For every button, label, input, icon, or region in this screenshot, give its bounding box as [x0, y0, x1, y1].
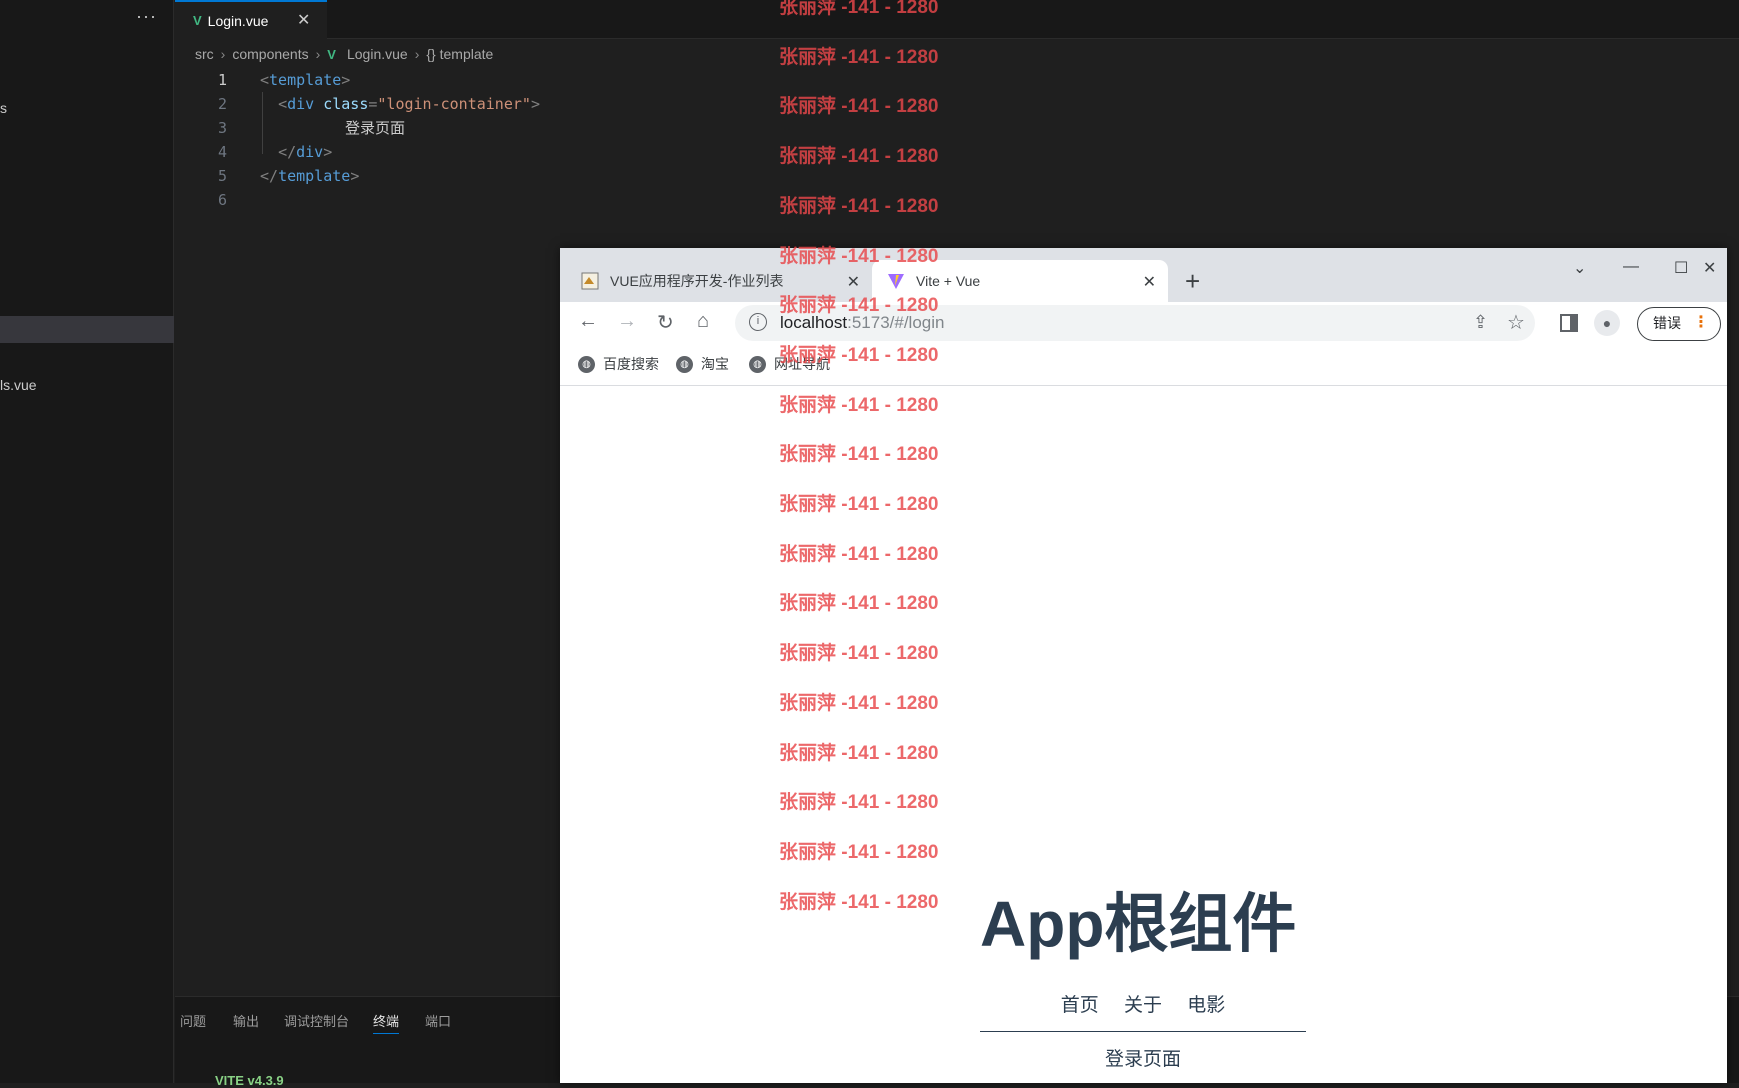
- editor-tab-label: Login.vue: [207, 12, 269, 29]
- home-icon[interactable]: ⌂: [697, 310, 709, 333]
- line-number: 1: [217, 71, 227, 89]
- bookmark-nav[interactable]: ◍ 网址导航: [749, 354, 830, 374]
- terminal-line: VITE v4.3.9: [215, 1073, 284, 1088]
- nav-link-about[interactable]: 关于: [1124, 995, 1162, 1016]
- line-number: 3: [217, 119, 227, 137]
- panel-tab-problems[interactable]: 问题: [180, 1011, 206, 1030]
- kebab-menu-icon[interactable]: ⋮: [1693, 307, 1709, 338]
- globe-icon: ◍: [676, 355, 693, 373]
- panel-tab-output[interactable]: 输出: [233, 1011, 259, 1030]
- url-text[interactable]: localhost:5173/#/login: [780, 313, 944, 333]
- address-bar[interactable]: i localhost:5173/#/login ⇪ ☆: [735, 305, 1535, 341]
- browser-tab-strip: VUE应用程序开发-作业列表 ✕ Vite + Vue ✕ + ⌄ — ☐ ✕: [560, 248, 1727, 302]
- back-icon[interactable]: ←: [578, 310, 598, 333]
- bookmarks-bar: ◍ 百度搜索 ◍ 淘宝 ◍ 网址导航: [560, 346, 1727, 386]
- close-tab-icon[interactable]: ✕: [847, 272, 860, 292]
- code-text: <div class="login-container">: [278, 95, 540, 113]
- nav-link-movies[interactable]: 电影: [1187, 995, 1225, 1016]
- editor-tab-bar: V Login.vue ✕: [175, 0, 1739, 39]
- nav-link-home[interactable]: 首页: [1061, 995, 1099, 1016]
- breadcrumb-item[interactable]: Login.vue: [347, 46, 408, 62]
- code-text: </div>: [278, 143, 333, 161]
- breadcrumb-item[interactable]: {} template: [426, 46, 493, 62]
- info-icon[interactable]: i: [749, 313, 767, 331]
- line-number: 4: [217, 143, 227, 161]
- line-number: 2: [217, 95, 227, 113]
- browser-tab-title: VUE应用程序开发-作业列表: [610, 273, 784, 289]
- side-panel-icon[interactable]: [1560, 314, 1578, 332]
- chevron-right-icon: ›: [315, 46, 321, 62]
- globe-icon: ◍: [578, 355, 595, 373]
- vue-icon: V: [193, 13, 202, 28]
- chevron-right-icon: ›: [220, 46, 226, 62]
- browser-toolbar: ← → ↻ ⌂ i localhost:5173/#/login ⇪ ☆ ● 错…: [560, 302, 1727, 346]
- error-button[interactable]: 错误 ⋮: [1637, 307, 1721, 341]
- line-number: 6: [217, 191, 227, 209]
- browser-tab-homework[interactable]: VUE应用程序开发-作业列表 ✕: [580, 260, 872, 302]
- breadcrumb-item[interactable]: components: [232, 46, 308, 62]
- panel-tab-ports[interactable]: 端口: [425, 1011, 451, 1030]
- close-tab-icon[interactable]: ✕: [297, 10, 310, 30]
- close-window-icon[interactable]: ✕: [1703, 258, 1716, 278]
- vue-icon: V: [327, 46, 336, 62]
- more-actions-icon[interactable]: ···: [136, 6, 157, 27]
- star-icon[interactable]: ☆: [1507, 310, 1525, 335]
- browser-tab-vite-vue[interactable]: Vite + Vue ✕: [872, 260, 1168, 302]
- code-text: 登录页面: [345, 119, 406, 137]
- globe-icon: ◍: [749, 355, 766, 373]
- browser-tab-title: Vite + Vue: [916, 273, 981, 289]
- chevron-right-icon: ›: [414, 46, 420, 62]
- minimize-icon[interactable]: —: [1623, 258, 1639, 276]
- browser-window: VUE应用程序开发-作业列表 ✕ Vite + Vue ✕ + ⌄ — ☐ ✕ …: [560, 248, 1727, 1083]
- code-text: <template>: [260, 71, 351, 89]
- bookmark-baidu[interactable]: ◍ 百度搜索: [578, 354, 659, 374]
- sidebar-selected-row[interactable]: [0, 316, 174, 343]
- app-nav: 首页 关于 电影: [980, 990, 1306, 1017]
- sidebar-file-item[interactable]: ls.vue: [0, 377, 37, 393]
- editor-tab-login-vue[interactable]: V Login.vue ✕: [175, 0, 327, 39]
- share-icon[interactable]: ⇪: [1473, 312, 1488, 333]
- vite-icon: [886, 271, 906, 291]
- login-page-text: 登录页面: [1104, 1049, 1181, 1070]
- line-number: 5: [217, 167, 227, 185]
- profile-icon[interactable]: ●: [1594, 310, 1620, 336]
- bookmark-taobao[interactable]: ◍ 淘宝: [676, 354, 729, 374]
- explorer-sidebar: ··· s ls.vue: [0, 0, 174, 1083]
- forward-icon[interactable]: →: [617, 310, 637, 333]
- panel-tab-debug-console[interactable]: 调试控制台: [284, 1011, 349, 1030]
- breadcrumb: src › components › V Login.vue › {} temp…: [195, 46, 493, 62]
- tab-search-icon[interactable]: ⌄: [1573, 258, 1586, 278]
- app-title: App根组件: [980, 888, 1297, 960]
- sidebar-partial-item[interactable]: s: [0, 100, 7, 116]
- code-text: </template>: [260, 167, 360, 185]
- nav-divider: [980, 1031, 1306, 1032]
- maximize-icon[interactable]: ☐: [1674, 258, 1688, 278]
- breadcrumb-item[interactable]: src: [195, 46, 214, 62]
- reload-icon[interactable]: ↻: [657, 310, 674, 335]
- new-tab-icon[interactable]: +: [1185, 266, 1200, 297]
- close-tab-icon[interactable]: ✕: [1143, 272, 1156, 292]
- puzzle-icon: [580, 271, 600, 291]
- panel-tab-terminal[interactable]: 终端: [373, 1011, 400, 1034]
